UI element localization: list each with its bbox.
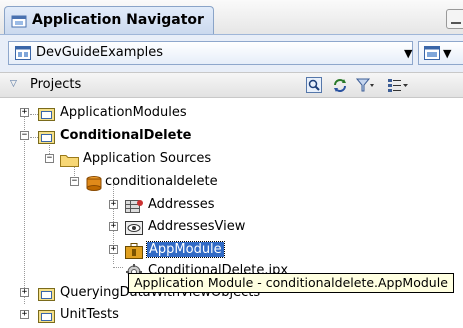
expand-icon[interactable]: + [109, 222, 118, 231]
application-selector[interactable]: DevGuideExamples ▼ [8, 41, 413, 65]
projects-header: ▽ Projects [0, 72, 463, 98]
tree-node-package[interactable]: − conditionaldelete [0, 174, 300, 194]
application-menu-button[interactable]: ▼ [418, 41, 463, 65]
tree-node-label: Application Sources [83, 151, 212, 166]
refresh-icon[interactable] [332, 77, 350, 93]
projects-label: Projects [30, 77, 82, 92]
sort-icon[interactable] [387, 77, 408, 93]
expand-icon[interactable]: + [20, 288, 29, 297]
collapse-triangle-icon[interactable]: ▽ [10, 79, 17, 89]
tree-node-application-sources[interactable]: − Application Sources [0, 151, 300, 171]
tree-node-application-modules[interactable]: + ApplicationModules [0, 105, 300, 125]
collapse-icon[interactable]: − [70, 177, 79, 186]
tree-node-app-module[interactable]: + AppModule [0, 241, 300, 263]
tree-node-addresses[interactable]: + Addresses [0, 197, 300, 217]
application-menu-icon [424, 46, 440, 64]
chevron-down-icon[interactable]: ▼ [404, 47, 412, 60]
application-module-icon [125, 243, 145, 263]
application-navigator-icon [11, 13, 27, 33]
entity-object-icon [125, 198, 145, 218]
project-icon [38, 106, 56, 126]
tree-node-addresses-view[interactable]: + AddressesView [0, 219, 300, 239]
tree-node-label: UnitTests [60, 307, 119, 322]
expand-icon[interactable]: + [20, 310, 29, 319]
package-icon [85, 175, 103, 195]
expand-icon[interactable]: + [20, 108, 29, 117]
view-object-icon [125, 220, 145, 240]
tree-node-conditional-delete[interactable]: − ConditionalDelete [0, 128, 300, 148]
expand-icon[interactable]: + [109, 245, 118, 254]
project-icon [38, 129, 56, 149]
project-icon [38, 286, 56, 306]
tree-node-label: Addresses [148, 197, 215, 212]
navigator-title-bar: Application Navigator [0, 0, 463, 34]
tree-node-label: ApplicationModules [60, 105, 187, 120]
application-icon [15, 46, 31, 64]
tree-node-label: AddressesView [148, 219, 246, 234]
tree-node-unit-tests[interactable]: + UnitTests [0, 307, 300, 327]
find-icon[interactable] [306, 77, 324, 93]
tree-node-label: conditionaldelete [105, 174, 218, 189]
collapse-icon[interactable]: − [45, 154, 54, 163]
folder-icon [60, 152, 80, 172]
expand-icon[interactable]: + [109, 200, 118, 209]
tree-node-label-selected: AppModule [146, 241, 225, 258]
application-navigator-tab[interactable]: Application Navigator [4, 6, 214, 34]
panel-title: Application Navigator [32, 12, 204, 28]
filter-icon[interactable] [355, 77, 374, 93]
application-selector-value: DevGuideExamples [36, 45, 164, 60]
tree-node-label: ConditionalDelete [60, 128, 192, 143]
application-selector-row: DevGuideExamples ▼ ▼ [0, 34, 463, 73]
chevron-down-icon[interactable]: ▼ [443, 47, 451, 60]
tooltip: Application Module - conditionaldelete.A… [128, 273, 454, 293]
minimize-button[interactable] [446, 9, 463, 29]
collapse-icon[interactable]: − [20, 131, 29, 140]
project-icon [38, 308, 56, 328]
